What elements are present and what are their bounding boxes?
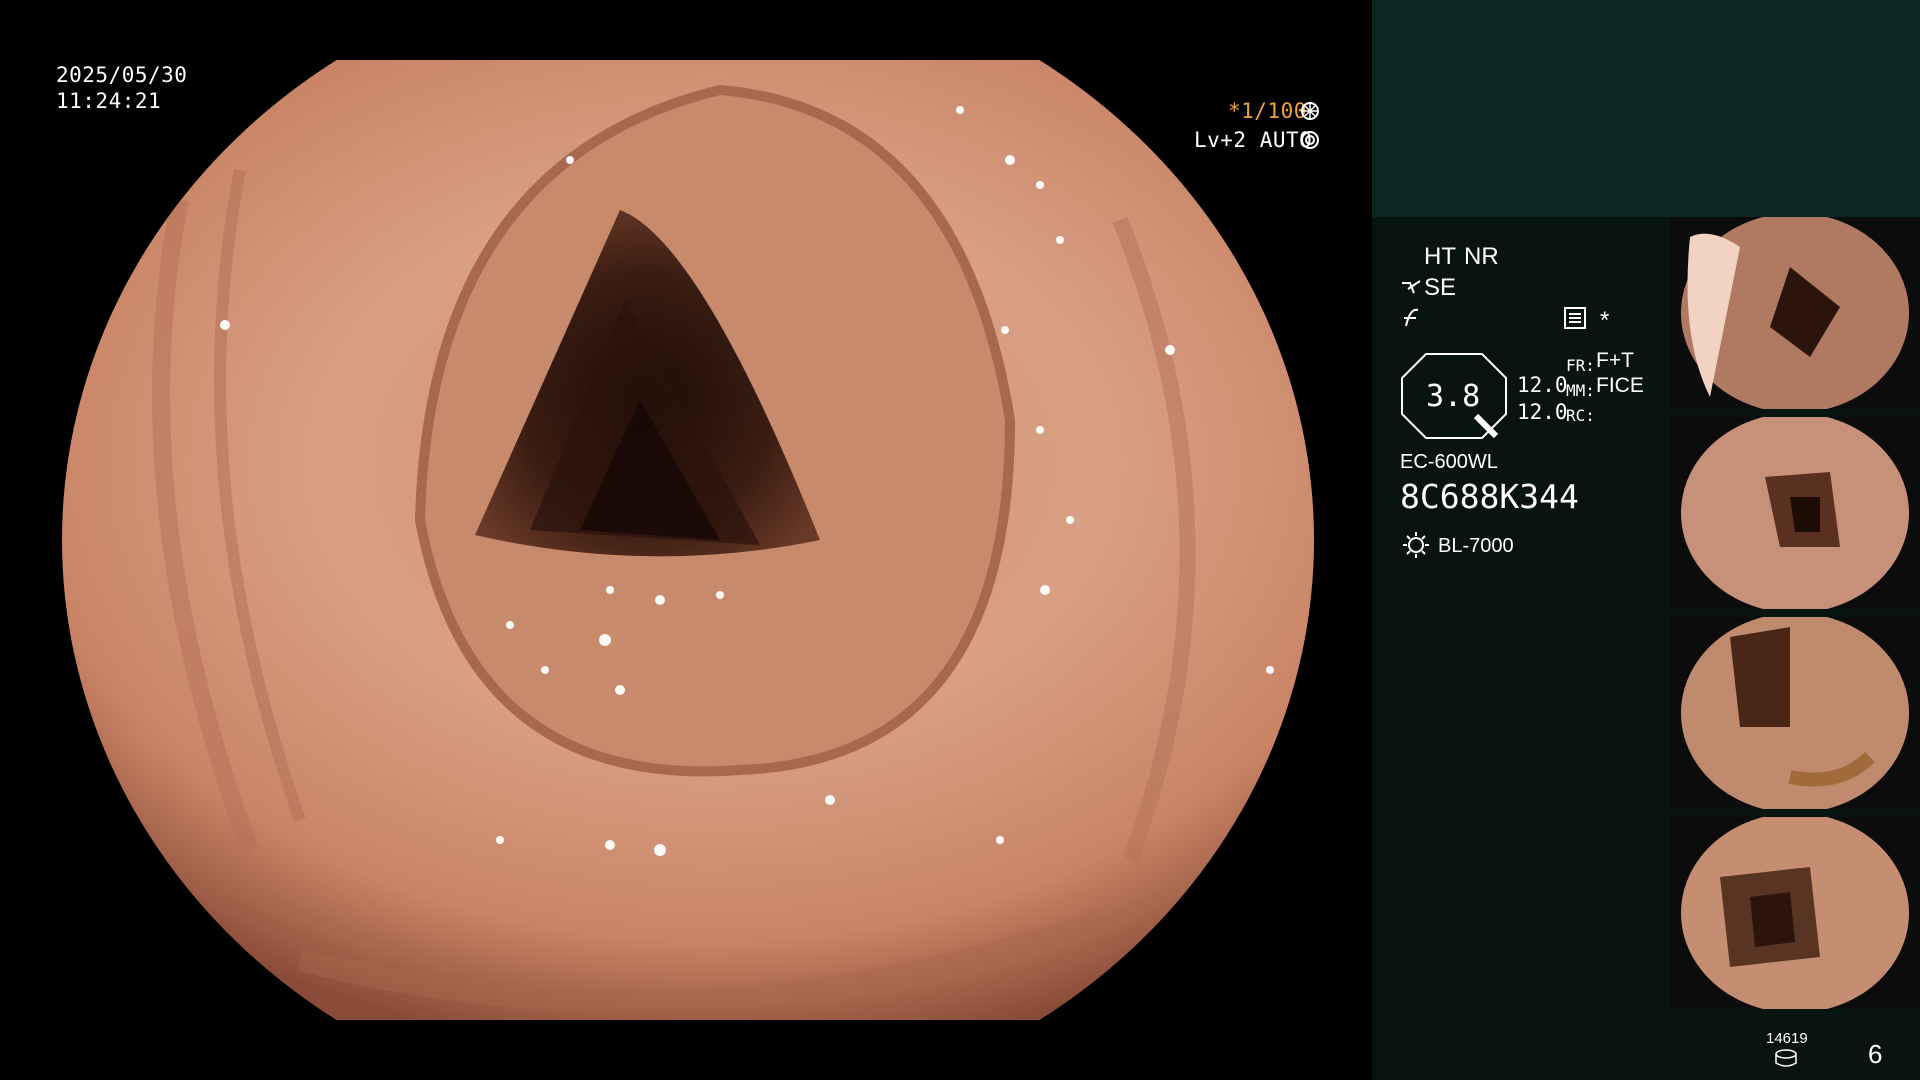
thumbnail-1[interactable]	[1670, 217, 1920, 409]
rc-label: RC:	[1566, 406, 1595, 425]
value-2: 12.0	[1517, 400, 1568, 424]
f-curve-icon	[1400, 306, 1422, 333]
ht-label: HT	[1424, 243, 1456, 270]
colon-lumen-image	[62, 60, 1314, 1020]
target-icon	[1300, 130, 1320, 155]
se-label: SE	[1424, 274, 1457, 301]
time-label: 11:24:21	[56, 89, 162, 113]
aperture-icon	[1300, 101, 1320, 126]
value-1: 12.0	[1517, 373, 1568, 397]
mm-value: FICE	[1596, 374, 1644, 397]
sun-icon	[1402, 531, 1430, 564]
enhance-icon	[1400, 277, 1424, 302]
scope-model: EC-600WL	[1400, 451, 1498, 473]
count-label: 14619	[1766, 1030, 1808, 1047]
thumbnail-2[interactable]	[1670, 417, 1920, 609]
exposure-label: Lv+2 AUTO	[1194, 128, 1313, 152]
storage-icon	[1774, 1049, 1798, 1074]
thumbnail-strip	[1670, 217, 1920, 1017]
panel-header-block	[1372, 0, 1920, 217]
serial-number: 8C688K344	[1400, 477, 1579, 516]
date-label: 2025/05/30	[56, 63, 188, 87]
endoscope-view: 2025/05/30 11:24:21 *1/100 Lv+2 AUTO	[0, 0, 1372, 1080]
fr-label: FR:	[1566, 356, 1595, 375]
thumbnail-3[interactable]	[1670, 617, 1920, 809]
zoom-value: 3.8	[1426, 379, 1481, 414]
shutter-label: *1/100	[1228, 99, 1307, 123]
list-settings-icon	[1564, 307, 1586, 334]
asterisk-label: *	[1600, 307, 1610, 334]
fr-value: F+T	[1596, 349, 1634, 372]
mm-label: MM:	[1566, 381, 1595, 400]
info-panel: HT NR SE * 3.8 12.0 12.0 FR: F+T MM: FIC…	[1372, 0, 1920, 1080]
light-source: BL-7000	[1438, 535, 1514, 557]
thumbnail-4[interactable]	[1670, 817, 1920, 1009]
page-number: 6	[1868, 1039, 1883, 1069]
nr-label: NR	[1464, 243, 1499, 270]
